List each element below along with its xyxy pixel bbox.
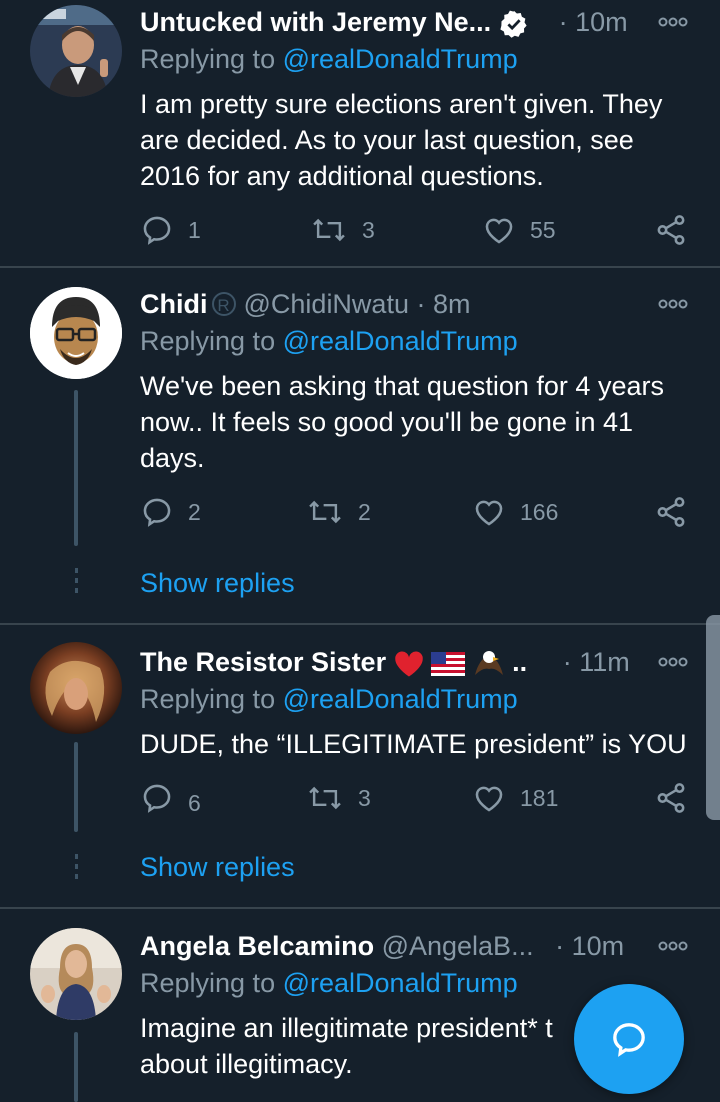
retweet-count: 2 (358, 498, 371, 525)
thread-continuation-dots (72, 568, 80, 598)
show-replies-link[interactable]: Show replies (140, 852, 295, 883)
more-icon[interactable] (658, 296, 688, 312)
retweet-count: 3 (358, 784, 371, 811)
tweet-header: Angela Belcamino @AngelaB... · 10m (140, 924, 650, 968)
avatar-chidi[interactable] (30, 287, 122, 379)
timestamp: 10m (571, 931, 625, 961)
separator-dot: · (558, 7, 568, 37)
display-name[interactable]: The Resistor Sister (140, 647, 386, 677)
like-button[interactable]: 181 (472, 778, 558, 818)
tweet-text: We've been asking that question for 4 ye… (140, 371, 664, 473)
separator-dot: · (555, 931, 565, 961)
tweet-header: Chidi R @ChidiNwatu · 8m (140, 282, 650, 326)
separator-dot: · (416, 289, 426, 319)
replying-to-label: Replying to (140, 684, 276, 714)
like-button[interactable]: 55 (482, 210, 556, 250)
tweet-chidi[interactable]: Chidi R @ChidiNwatu · 8m Replying to @real… (0, 282, 720, 622)
retweet-button[interactable]: 2 (306, 492, 371, 532)
avatar-untucked[interactable] (30, 5, 122, 97)
avatar-angela[interactable] (30, 928, 122, 1020)
tweet-header: Untucked with Jeremy Ne... · 10m (140, 0, 650, 44)
thread-line (74, 390, 78, 546)
share-button[interactable] (654, 778, 702, 818)
retweet-button[interactable]: 3 (306, 778, 371, 818)
registered-mark-icon: R (211, 291, 236, 316)
reply-icon (143, 216, 171, 245)
share-icon (657, 497, 685, 527)
timestamp: 8m (433, 289, 471, 319)
replying-to-label: Replying to (140, 968, 276, 998)
retweet-button[interactable]: 3 (310, 210, 375, 250)
mention-link[interactable]: @realDonaldTrump (283, 44, 518, 74)
compose-reply-icon (613, 1023, 645, 1057)
like-icon (485, 218, 513, 244)
reply-count: 6 (188, 789, 201, 816)
tweet-actions: 2 2 166 (140, 492, 700, 532)
thread-line (74, 1032, 78, 1102)
show-replies-link[interactable]: Show replies (140, 568, 295, 599)
like-icon (475, 786, 503, 812)
eagle-emoji-icon (474, 650, 503, 675)
like-count: 55 (530, 216, 556, 243)
retweet-count: 3 (362, 216, 375, 243)
like-count: 166 (520, 498, 559, 525)
display-name[interactable]: Chidi (140, 289, 208, 319)
heart-emoji-icon (394, 651, 423, 677)
user-handle[interactable]: @ChidiNwatu (244, 289, 409, 319)
share-button[interactable] (654, 492, 702, 532)
avatar-resistor-sister[interactable] (30, 642, 122, 734)
reply-icon (143, 784, 171, 813)
share-icon (657, 783, 685, 813)
replying-to: Replying to @realDonaldTrump (140, 684, 518, 715)
divider (0, 907, 720, 909)
timestamp: 10m (575, 7, 628, 37)
tweet-actions: 1 3 55 (140, 210, 700, 250)
divider (0, 623, 720, 625)
retweet-icon (313, 218, 345, 242)
display-name[interactable]: Angela Belcamino (140, 931, 374, 961)
more-icon[interactable] (658, 938, 688, 954)
divider (0, 266, 720, 268)
replying-to: Replying to @realDonaldTrump (140, 968, 518, 999)
tweet-resistor-sister[interactable]: The Resistor Sister .. · 11m Replying to… (0, 640, 720, 908)
like-button[interactable]: 166 (472, 492, 558, 532)
reply-button[interactable]: 1 (140, 210, 201, 250)
reply-button[interactable]: 6 (140, 778, 201, 818)
mention-link[interactable]: @realDonaldTrump (283, 968, 518, 998)
timestamp: 11m (579, 647, 630, 677)
mention-link[interactable]: @realDonaldTrump (283, 684, 518, 714)
replying-to-label: Replying to (140, 44, 276, 74)
tweet-text: I am pretty sure elections aren't given.… (140, 89, 663, 191)
like-icon (475, 500, 503, 526)
mention-link[interactable]: @realDonaldTrump (283, 326, 518, 356)
user-handle[interactable]: @AngelaB... (382, 931, 534, 961)
retweet-icon (309, 500, 341, 524)
display-name[interactable]: Untucked with Jeremy Ne... (140, 7, 491, 37)
replying-to-label: Replying to (140, 326, 276, 356)
more-icon[interactable] (658, 14, 688, 30)
reply-count: 2 (188, 498, 201, 525)
thread-continuation-dots (72, 854, 80, 884)
reply-icon (143, 498, 171, 527)
tweet-untucked[interactable]: Untucked with Jeremy Ne... · 10m Replyin… (0, 0, 720, 268)
us-flag-emoji-icon (431, 651, 466, 676)
tweet-actions: 6 3 181 (140, 778, 700, 818)
thread-line (74, 742, 78, 832)
share-button[interactable] (654, 210, 702, 250)
display-name-truncation: .. (512, 647, 528, 677)
tweet-header: The Resistor Sister .. · 11m (140, 640, 650, 684)
reply-count: 1 (188, 216, 201, 243)
reply-button[interactable]: 2 (140, 492, 201, 532)
separator-dot: · (562, 647, 572, 677)
scrollbar-thumb[interactable] (706, 615, 720, 820)
more-icon[interactable] (658, 654, 688, 670)
replying-to: Replying to @realDonaldTrump (140, 326, 518, 357)
tweet-text: DUDE, the “ILLEGITIMATE president” is YO… (140, 729, 687, 759)
share-icon (657, 215, 685, 245)
like-count: 181 (520, 784, 559, 811)
compose-reply-button[interactable] (574, 984, 684, 1094)
replying-to: Replying to @realDonaldTrump (140, 44, 518, 75)
verified-badge-icon (500, 10, 527, 38)
retweet-icon (309, 786, 341, 810)
